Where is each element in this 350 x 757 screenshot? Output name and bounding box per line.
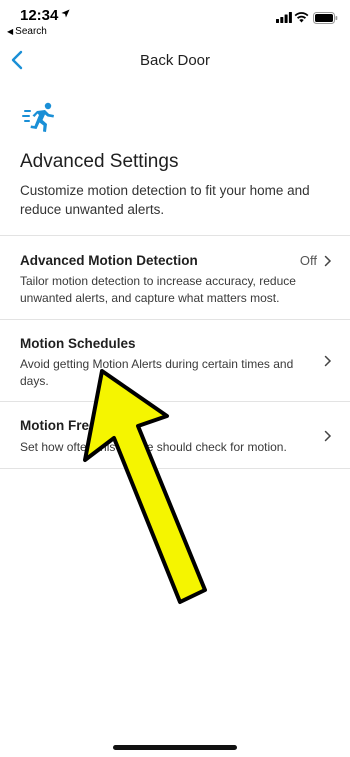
back-triangle-icon: ◀ [7, 27, 14, 36]
chevron-right-icon [324, 430, 332, 442]
chevron-right-icon [324, 255, 332, 267]
motion-running-icon [22, 102, 54, 132]
wifi-icon [294, 12, 309, 23]
row-description: Avoid getting Motion Alerts during certa… [20, 357, 294, 388]
row-description: Set how often this device should check f… [20, 440, 287, 454]
chevron-right-icon [324, 355, 332, 367]
row-title: Motion Frequency [20, 418, 137, 433]
page-description: Customize motion detection to fit your h… [20, 183, 310, 217]
status-time: 12:34 [20, 7, 59, 24]
status-bar: 12:34 ◀ Search [0, 0, 350, 40]
battery-icon [313, 12, 338, 24]
row-title: Advanced Motion Detection [20, 253, 198, 268]
row-title: Motion Schedules [20, 336, 136, 351]
divider [0, 468, 350, 469]
back-to-app-link[interactable]: ◀ Search [7, 26, 47, 37]
location-arrow-icon [61, 9, 70, 18]
motion-schedules-row[interactable]: Motion Schedules Avoid getting Motion Al… [0, 320, 350, 401]
motion-frequency-row[interactable]: Motion Frequency Set how often this devi… [0, 402, 350, 468]
row-value: Off [299, 253, 317, 268]
advanced-motion-detection-row[interactable]: Advanced Motion Detection Off Tailor mot… [0, 236, 350, 319]
nav-title: Back Door [139, 52, 211, 69]
home-indicator [113, 745, 237, 750]
cellular-signal-icon [276, 12, 292, 23]
page-title: Advanced Settings [20, 151, 179, 172]
row-description: Tailor motion detection to increase accu… [20, 274, 296, 305]
back-to-app-label: Search [15, 26, 47, 37]
